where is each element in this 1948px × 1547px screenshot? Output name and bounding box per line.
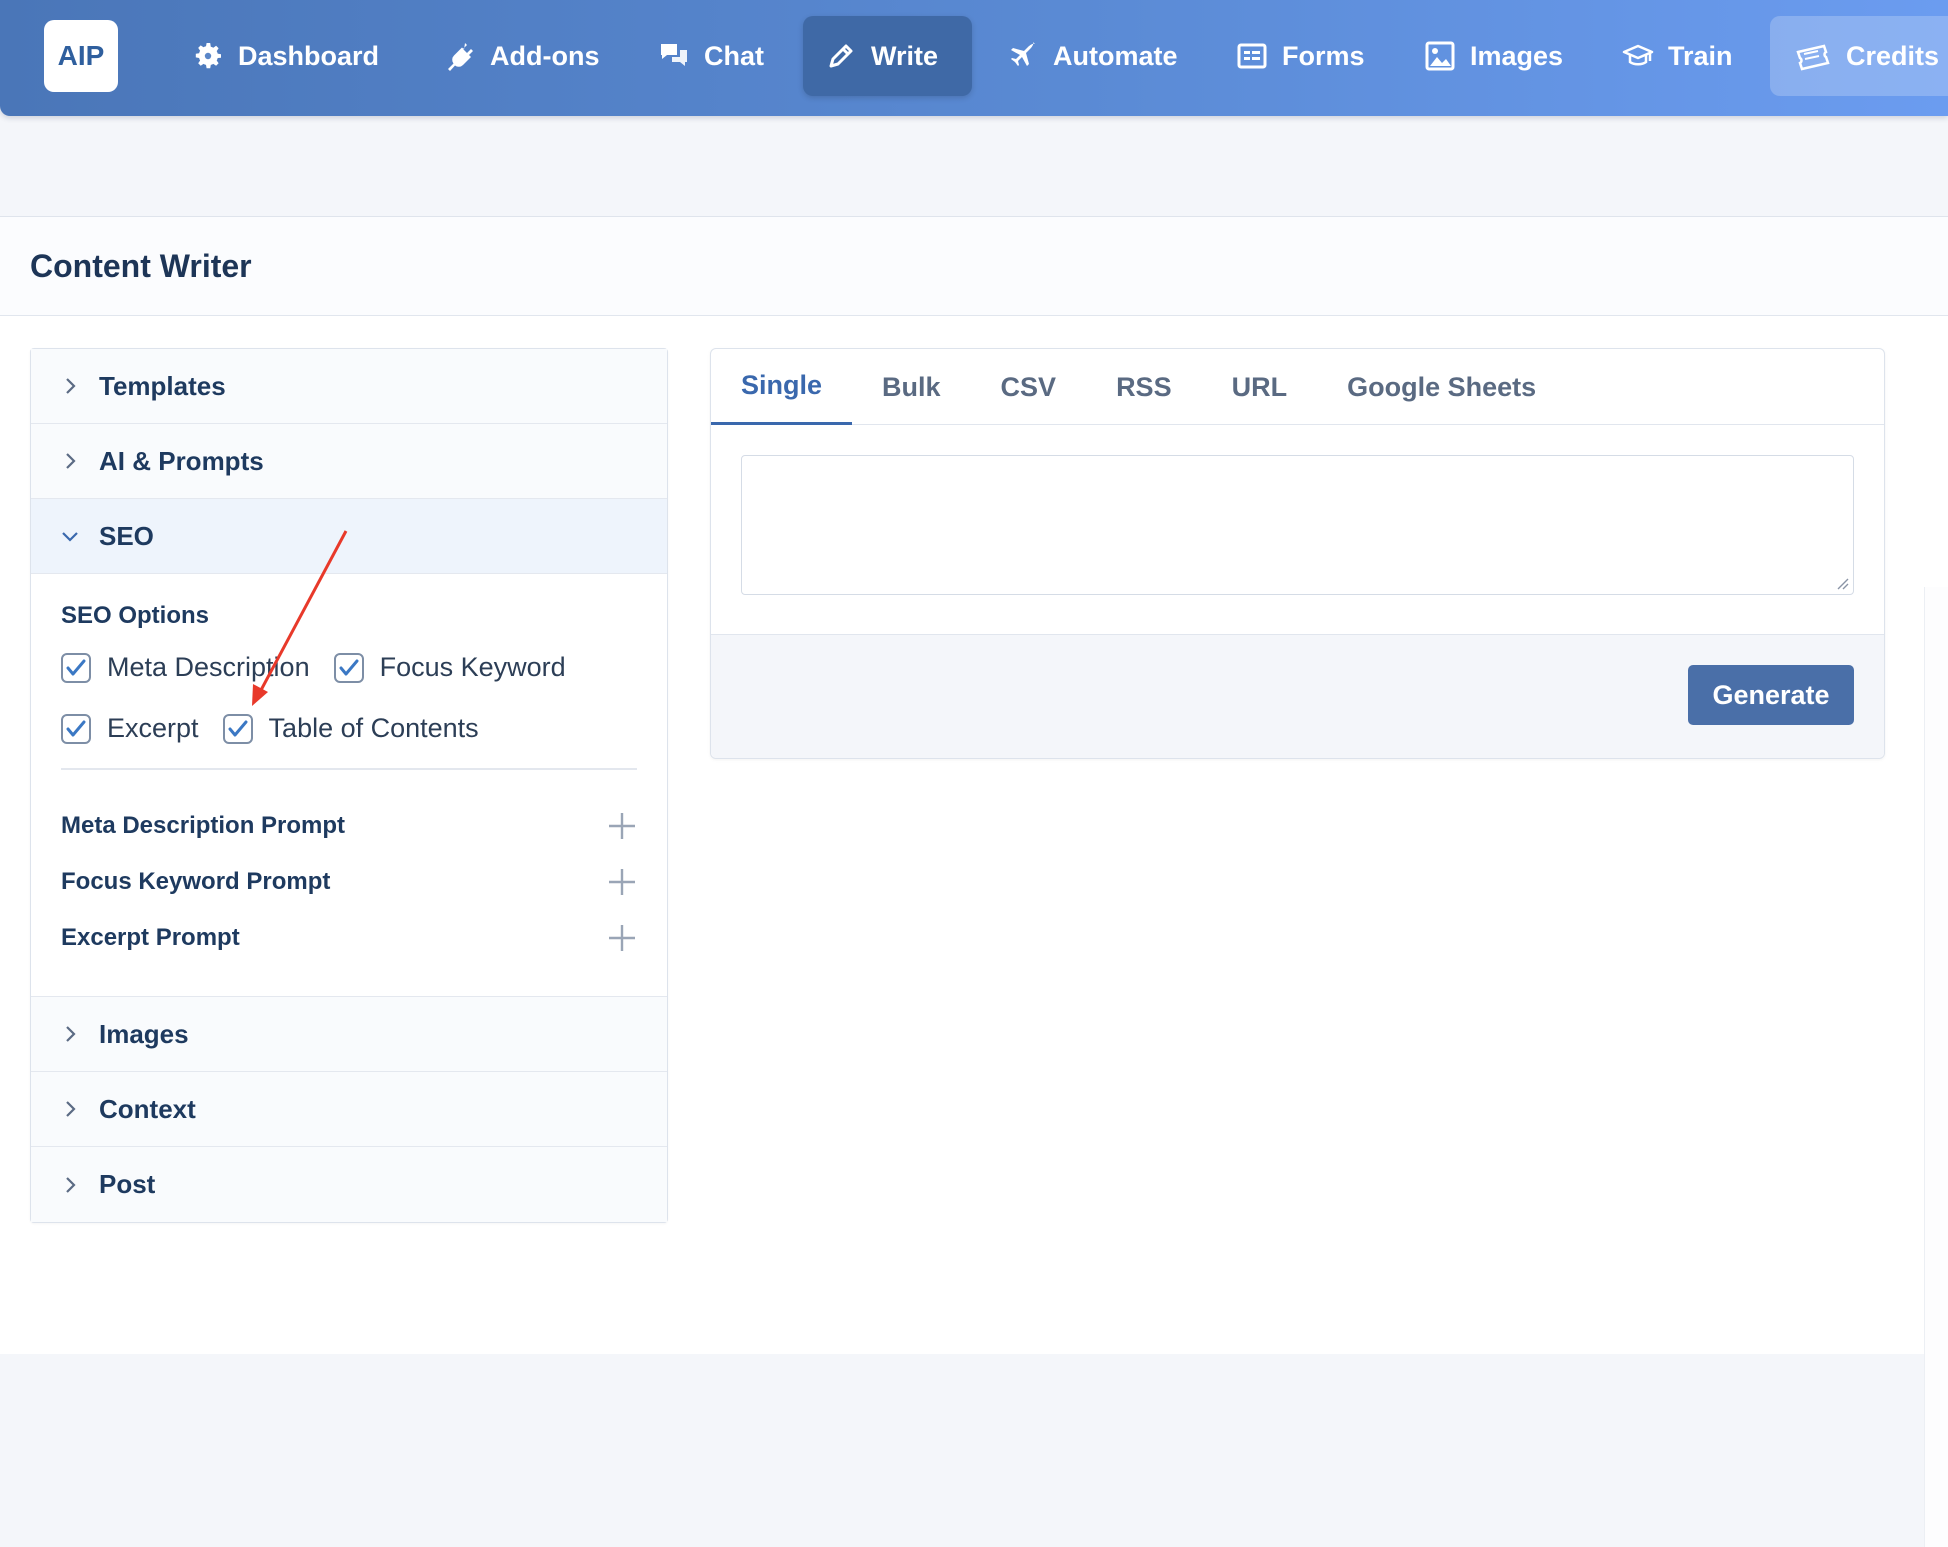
page-title: Content Writer bbox=[30, 247, 252, 284]
accordion-header-ai-prompts[interactable]: AI & Prompts bbox=[31, 424, 667, 499]
nav-label: Chat bbox=[704, 40, 764, 71]
gear-icon bbox=[192, 40, 224, 72]
checkbox-row: Excerpt Table of Contents bbox=[61, 713, 637, 744]
accordion-label: Context bbox=[99, 1093, 196, 1124]
accordion-label: AI & Prompts bbox=[99, 445, 264, 476]
tab-bulk[interactable]: Bulk bbox=[852, 349, 971, 425]
checkbox-box[interactable] bbox=[222, 713, 253, 744]
accordion-header-images[interactable]: Images bbox=[31, 997, 667, 1072]
accordion-header-templates[interactable]: Templates bbox=[31, 349, 667, 424]
checkbox-box[interactable] bbox=[61, 652, 91, 683]
accordion-label: Templates bbox=[99, 370, 226, 401]
nav-item-chat[interactable]: Chat bbox=[636, 16, 786, 96]
chevron-right-icon bbox=[61, 1176, 79, 1194]
accordion-header-context[interactable]: Context bbox=[31, 1072, 667, 1147]
resize-handle-icon[interactable] bbox=[1835, 576, 1849, 590]
nav-label: Train bbox=[1668, 40, 1733, 71]
seo-section-body: SEO Options Meta Description Focus Keywo… bbox=[31, 574, 667, 997]
chat-icon bbox=[658, 40, 690, 72]
accordion-label: SEO bbox=[99, 520, 154, 551]
accordion-label: Images bbox=[99, 1018, 189, 1049]
nav-label: Dashboard bbox=[238, 40, 380, 71]
content-writer-page: Content Writer Templates AI & Prompts SE… bbox=[0, 216, 1948, 1547]
nav-item-train[interactable]: Train bbox=[1600, 16, 1755, 96]
chevron-right-icon bbox=[61, 1025, 79, 1043]
checkbox-box[interactable] bbox=[333, 652, 364, 683]
input-area bbox=[711, 425, 1884, 635]
chevron-right-icon bbox=[61, 1100, 79, 1118]
chevron-right-icon bbox=[61, 377, 79, 395]
title-textarea[interactable] bbox=[741, 455, 1854, 595]
nav-item-add-ons[interactable]: Add-ons bbox=[422, 16, 621, 96]
nav-label: Automate bbox=[1053, 40, 1178, 71]
plane-icon bbox=[1007, 40, 1039, 72]
settings-accordion: Templates AI & Prompts SEO SEO Options M… bbox=[30, 348, 668, 1223]
checkbox-label: Excerpt bbox=[107, 713, 199, 743]
seo-options-label: SEO Options bbox=[61, 602, 210, 629]
chevron-down-icon bbox=[61, 527, 79, 545]
mode-tabs: Single Bulk CSV RSS URL Google Sheets bbox=[711, 349, 1884, 425]
writer-panel: Single Bulk CSV RSS URL Google Sheets Ge… bbox=[710, 348, 1885, 759]
nav-label: Add-ons bbox=[490, 40, 600, 71]
plus-icon[interactable] bbox=[607, 811, 637, 841]
nav-label: Images bbox=[1470, 40, 1564, 71]
tab-rss[interactable]: RSS bbox=[1086, 349, 1202, 425]
focus-keyword-checkbox[interactable]: Focus Keyword bbox=[333, 652, 566, 683]
check-icon bbox=[339, 659, 359, 675]
prompt-label: Focus Keyword Prompt bbox=[61, 868, 331, 895]
plus-icon[interactable] bbox=[607, 867, 637, 897]
tab-url[interactable]: URL bbox=[1202, 349, 1318, 425]
plus-icon[interactable] bbox=[607, 923, 637, 953]
excerpt-prompt-row[interactable]: Excerpt Prompt bbox=[61, 910, 637, 966]
page-header: Content Writer bbox=[0, 217, 1948, 316]
divider bbox=[61, 768, 637, 770]
checkbox-label: Table of Contents bbox=[268, 713, 479, 743]
checkbox-label: Meta Description bbox=[107, 652, 310, 682]
tab-csv[interactable]: CSV bbox=[971, 349, 1087, 425]
check-icon bbox=[228, 720, 248, 736]
form-icon bbox=[1236, 40, 1268, 72]
nav-item-forms[interactable]: Forms bbox=[1214, 16, 1387, 96]
nav-item-automate[interactable]: Automate bbox=[985, 16, 1200, 96]
prompt-label: Meta Description Prompt bbox=[61, 812, 346, 839]
tab-single[interactable]: Single bbox=[711, 349, 853, 425]
plug-icon bbox=[444, 40, 476, 72]
nav-label: Forms bbox=[1282, 40, 1365, 71]
nav-item-write[interactable]: Write bbox=[803, 16, 972, 96]
checkbox-box[interactable] bbox=[61, 713, 91, 744]
image-icon bbox=[1424, 40, 1456, 72]
checkbox-row: Meta Description Focus Keyword bbox=[61, 652, 637, 683]
check-icon bbox=[66, 720, 86, 736]
chevron-right-icon bbox=[61, 452, 79, 470]
top-navigation-bar: AIP Dashboard Add-ons Chat Write Automat… bbox=[0, 0, 1948, 116]
nav-item-credits[interactable]: Credits bbox=[1770, 16, 1948, 96]
excerpt-checkbox[interactable]: Excerpt bbox=[61, 713, 199, 744]
check-icon bbox=[66, 659, 86, 675]
pencil-icon bbox=[825, 40, 857, 72]
tab-google-sheets[interactable]: Google Sheets bbox=[1317, 349, 1566, 425]
table-of-contents-checkbox[interactable]: Table of Contents bbox=[222, 713, 479, 744]
panel-footer: Generate bbox=[711, 634, 1884, 758]
focus-keyword-prompt-row[interactable]: Focus Keyword Prompt bbox=[61, 854, 637, 910]
nav-label: Credits bbox=[1846, 40, 1940, 71]
meta-description-checkbox[interactable]: Meta Description bbox=[61, 652, 310, 683]
main-nav: Dashboard Add-ons Chat Write Automate Fo… bbox=[0, 0, 1948, 116]
graduation-cap-icon bbox=[1622, 40, 1654, 72]
prompt-label: Excerpt Prompt bbox=[61, 924, 240, 951]
accordion-label: Post bbox=[99, 1169, 156, 1199]
accordion-header-seo[interactable]: SEO bbox=[31, 499, 667, 574]
side-panel-edge bbox=[1924, 587, 1948, 1547]
tickets-icon bbox=[1792, 40, 1832, 72]
accordion-header-post[interactable]: Post bbox=[31, 1147, 667, 1222]
generate-button[interactable]: Generate bbox=[1688, 665, 1854, 725]
meta-description-prompt-row[interactable]: Meta Description Prompt bbox=[61, 798, 637, 854]
nav-item-images[interactable]: Images bbox=[1402, 16, 1585, 96]
nav-label: Write bbox=[871, 40, 939, 71]
nav-item-dashboard[interactable]: Dashboard bbox=[170, 16, 401, 96]
checkbox-label: Focus Keyword bbox=[379, 652, 566, 682]
